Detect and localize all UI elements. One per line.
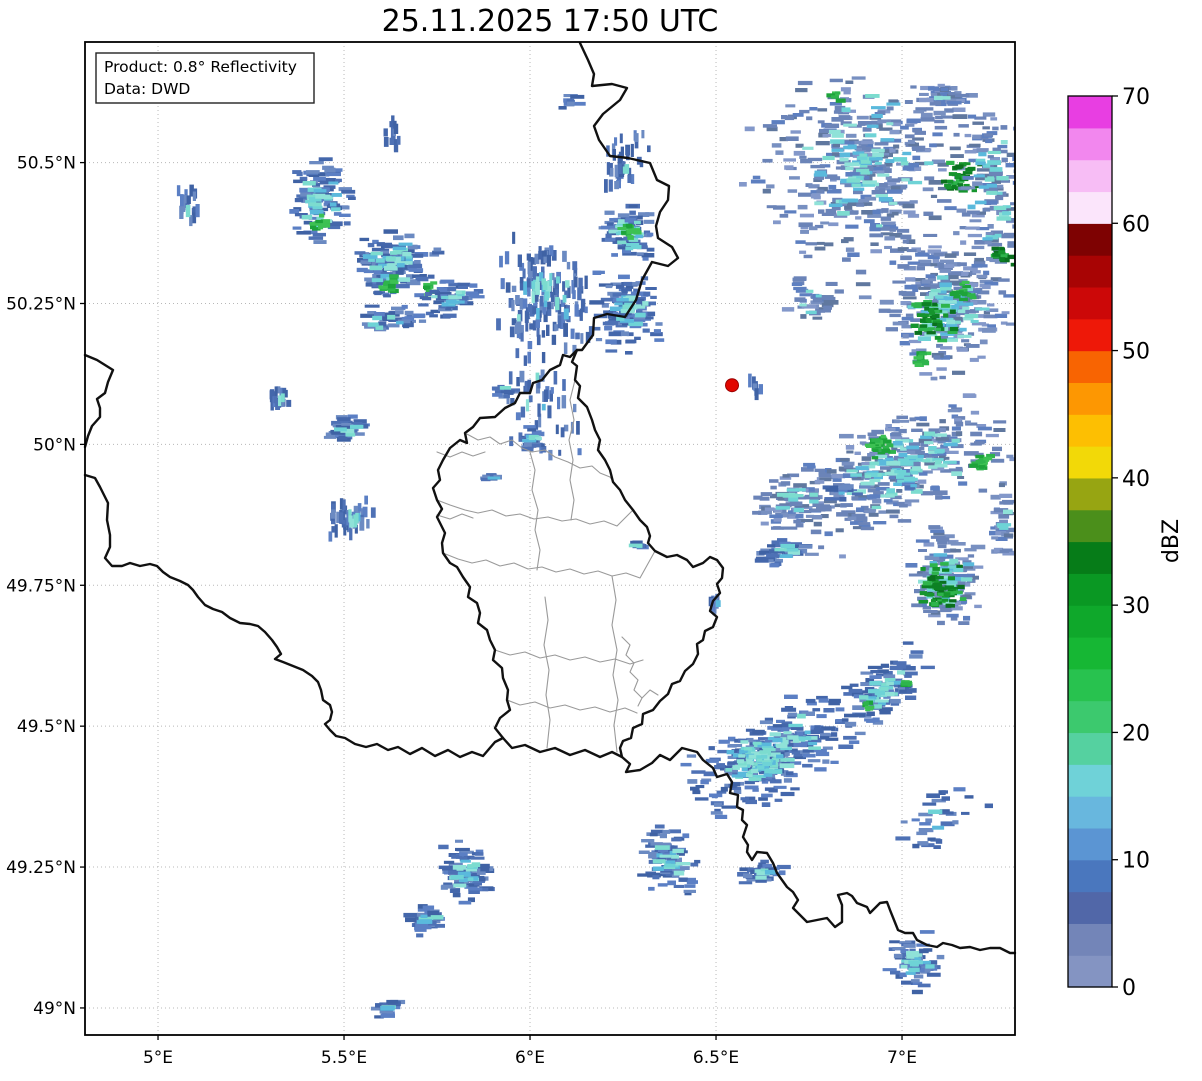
y-tick-2: 50°N (33, 435, 76, 455)
cbar-tick-6: 60 (1122, 212, 1150, 237)
y-tick-0: 50.5°N (17, 154, 76, 174)
cbar-tick-1: 10 (1122, 849, 1150, 874)
colorbar-unit-label: dBZ (1159, 519, 1184, 563)
info-source: Data: DWD (104, 80, 190, 98)
radar-site-marker (725, 378, 740, 393)
x-tick-0: 5°E (143, 1048, 173, 1068)
x-tick-2: 6°E (515, 1048, 545, 1068)
y-tick-4: 49.5°N (17, 717, 76, 737)
cbar-tick-0: 0 (1122, 976, 1136, 1001)
cbar-tick-7: 70 (1122, 85, 1150, 110)
y-tick-5: 49.25°N (6, 858, 76, 878)
y-tick-6: 49°N (33, 999, 76, 1019)
cbar-tick-2: 20 (1122, 721, 1150, 746)
cbar-tick-4: 40 (1122, 467, 1150, 492)
x-tick-4: 7°E (887, 1048, 917, 1068)
radar-figure: 25.11.2025 17:50 UTC Product: 0.8° Refle… (0, 0, 1202, 1081)
colorbar-tick-marks (1112, 95, 1118, 988)
x-tick-1: 5.5°E (321, 1048, 367, 1068)
colorbar (1068, 96, 1112, 988)
y-tick-3: 49.75°N (6, 576, 76, 596)
radar-map-svg: 25.11.2025 17:50 UTC Product: 0.8° Refle… (6, 4, 1184, 1068)
cbar-tick-5: 50 (1122, 340, 1150, 365)
x-tick-3: 6.5°E (693, 1048, 739, 1068)
info-product: Product: 0.8° Reflectivity (104, 58, 297, 76)
y-tick-1: 50.25°N (6, 294, 76, 314)
map-title: 25.11.2025 17:50 UTC (382, 4, 719, 39)
cbar-tick-3: 30 (1122, 594, 1150, 619)
